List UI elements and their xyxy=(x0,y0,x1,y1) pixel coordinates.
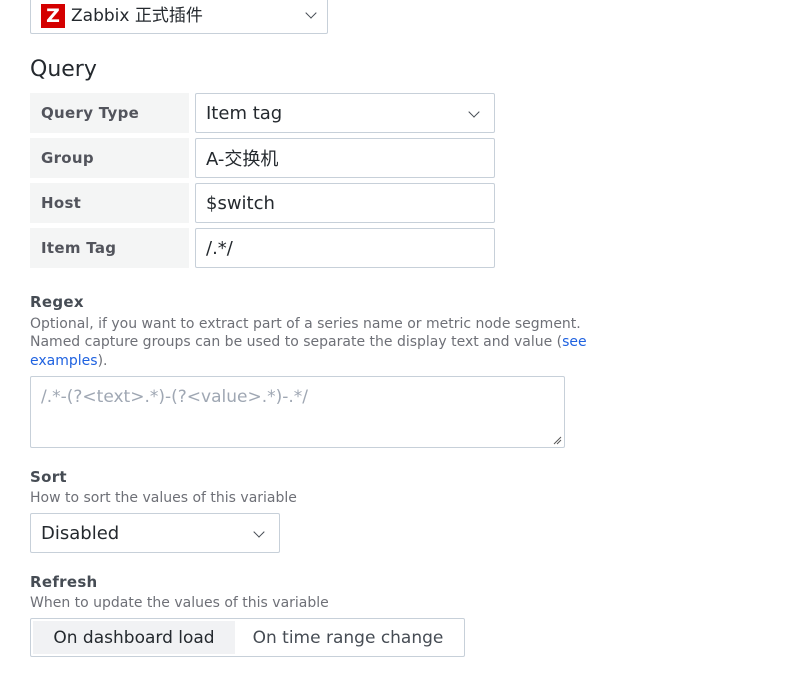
item-tag-label: Item Tag xyxy=(30,228,189,268)
regex-textarea[interactable]: /.*-(?<text>.*)-(?<value>.*)-.*/ xyxy=(30,376,565,448)
regex-description-line2: Named capture groups can be used to sepa… xyxy=(30,333,587,351)
regex-description-line1: Optional, if you want to extract part of… xyxy=(30,316,581,332)
variable-editor: Z Zabbix 正式插件 Query Query Type Item tag … xyxy=(0,0,786,680)
regex-description-suffix: ). xyxy=(97,353,108,369)
item-tag-input[interactable]: /.*/ xyxy=(195,228,495,268)
query-type-value: Item tag xyxy=(206,102,283,124)
regex-placeholder: /.*-(?<text>.*)-(?<value>.*)-.*/ xyxy=(41,387,309,407)
see-examples-link[interactable]: see xyxy=(562,334,587,350)
sort-description: How to sort the values of this variable xyxy=(30,490,297,506)
query-type-label: Query Type xyxy=(30,93,189,133)
chevron-down-icon xyxy=(253,526,265,538)
regex-description-line3: examples). xyxy=(30,352,107,370)
examples-link[interactable]: examples xyxy=(30,353,98,369)
query-section-title: Query xyxy=(30,57,97,82)
refresh-description: When to update the values of this variab… xyxy=(30,595,329,611)
regex-description-text: Named capture groups can be used to sepa… xyxy=(30,334,563,350)
refresh-option-time-range-change[interactable]: On time range change xyxy=(235,621,461,654)
sort-label: Sort xyxy=(30,468,67,486)
refresh-option-dashboard-load[interactable]: On dashboard load xyxy=(33,621,235,654)
zabbix-logo-icon: Z xyxy=(41,4,65,28)
chevron-down-icon xyxy=(305,7,317,19)
group-input[interactable]: A-交换机 xyxy=(195,138,495,178)
regex-label: Regex xyxy=(30,293,84,311)
chevron-down-icon xyxy=(468,106,480,118)
datasource-name: Zabbix 正式插件 xyxy=(71,6,203,26)
resize-grip-icon[interactable] xyxy=(552,435,562,445)
refresh-label: Refresh xyxy=(30,573,98,591)
host-label: Host xyxy=(30,183,189,223)
datasource-select[interactable]: Z Zabbix 正式插件 xyxy=(30,0,328,34)
sort-value: Disabled xyxy=(41,522,120,544)
group-label: Group xyxy=(30,138,189,178)
host-input[interactable]: $switch xyxy=(195,183,495,223)
query-type-select[interactable]: Item tag xyxy=(195,93,495,133)
sort-select[interactable]: Disabled xyxy=(30,513,280,553)
refresh-radio-group: On dashboard load On time range change xyxy=(30,618,465,657)
